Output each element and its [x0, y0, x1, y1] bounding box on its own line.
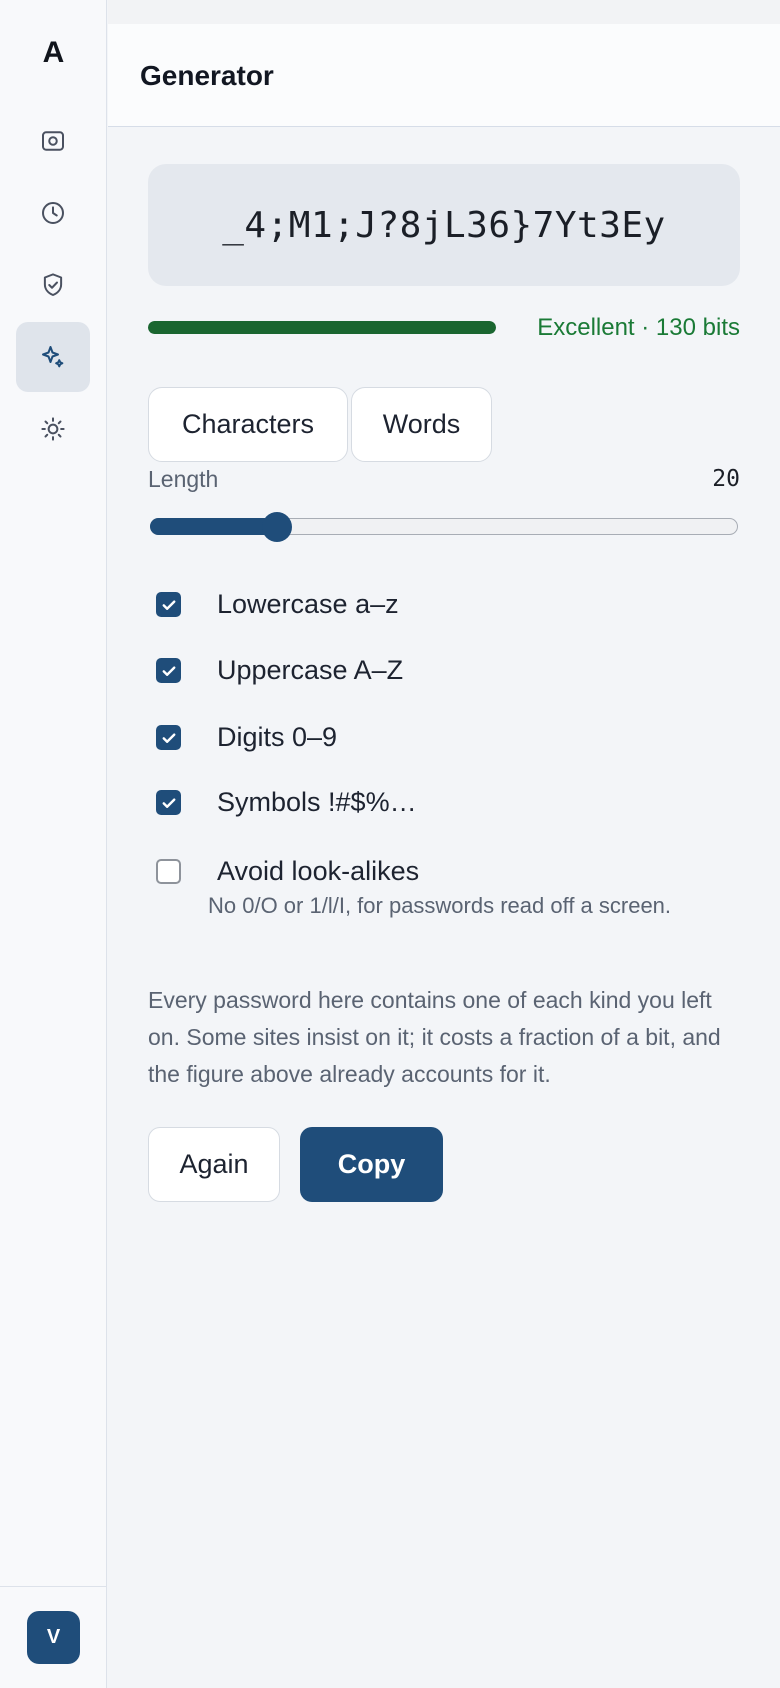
strength-label: Excellent · 130 bits: [537, 314, 740, 341]
window-top-strip: [108, 0, 780, 24]
checkbox-uppercase[interactable]: [156, 658, 181, 683]
checkmark-icon: [162, 599, 175, 610]
checkbox-avoid-lookalikes[interactable]: [156, 859, 181, 884]
sidebar-item-vault[interactable]: [16, 106, 90, 176]
option-label: Uppercase A–Z: [217, 655, 404, 685]
avatar[interactable]: V: [27, 1611, 80, 1664]
strength-meter-fill: [148, 321, 496, 334]
app-logo: A: [42, 36, 65, 69]
vault-icon: [42, 131, 64, 151]
length-slider-fill: [150, 518, 276, 535]
checkmark-icon: [162, 665, 175, 676]
sidebar: A V: [0, 0, 107, 1688]
option-uppercase[interactable]: Uppercase A–Z: [156, 655, 403, 686]
sidebar-item-security[interactable]: [16, 250, 90, 320]
option-label: Digits 0–9: [217, 722, 338, 752]
info-text: Every password here contains one of each…: [148, 987, 721, 1087]
again-button[interactable]: Again: [148, 1127, 280, 1202]
sidebar-divider: [0, 1586, 107, 1587]
generated-password[interactable]: _4;M1;J?8jL36}7Yt3Ey: [148, 164, 740, 286]
length-slider-thumb[interactable]: [262, 512, 292, 542]
clock-icon: [42, 202, 64, 224]
mode-words-button[interactable]: Words: [351, 387, 492, 462]
option-label: Symbols !#$%…: [217, 787, 417, 817]
option-symbols[interactable]: Symbols !#$%…: [156, 787, 417, 818]
shield-check-icon: [43, 273, 63, 296]
option-digits[interactable]: Digits 0–9: [156, 722, 337, 753]
checkbox-lowercase[interactable]: [156, 592, 181, 617]
option-avoid-lookalikes[interactable]: Avoid look-alikes: [156, 856, 419, 887]
option-hint: No 0/O or 1/l/I, for passwords read off …: [208, 893, 672, 918]
checkbox-digits[interactable]: [156, 725, 181, 750]
sidebar-item-generator[interactable]: [16, 322, 90, 392]
sparkles-icon: [42, 346, 64, 368]
sidebar-item-appearance[interactable]: [16, 394, 90, 464]
length-label: Length: [148, 466, 219, 492]
sun-icon: [41, 417, 65, 441]
length-value: 20: [712, 466, 740, 492]
copy-button[interactable]: Copy: [300, 1127, 443, 1202]
length-slider[interactable]: [150, 512, 738, 542]
mode-characters-button[interactable]: Characters: [148, 387, 348, 462]
checkmark-icon: [162, 797, 175, 808]
checkmark-icon: [162, 732, 175, 743]
page-header: Generator: [108, 24, 780, 127]
page-title: Generator: [140, 60, 274, 91]
option-label: Lowercase a–z: [217, 589, 399, 619]
sidebar-item-history[interactable]: [16, 178, 90, 248]
option-label: Avoid look-alikes: [217, 856, 420, 886]
option-lowercase[interactable]: Lowercase a–z: [156, 589, 399, 620]
strength-meter: [148, 321, 496, 334]
checkbox-symbols[interactable]: [156, 790, 181, 815]
